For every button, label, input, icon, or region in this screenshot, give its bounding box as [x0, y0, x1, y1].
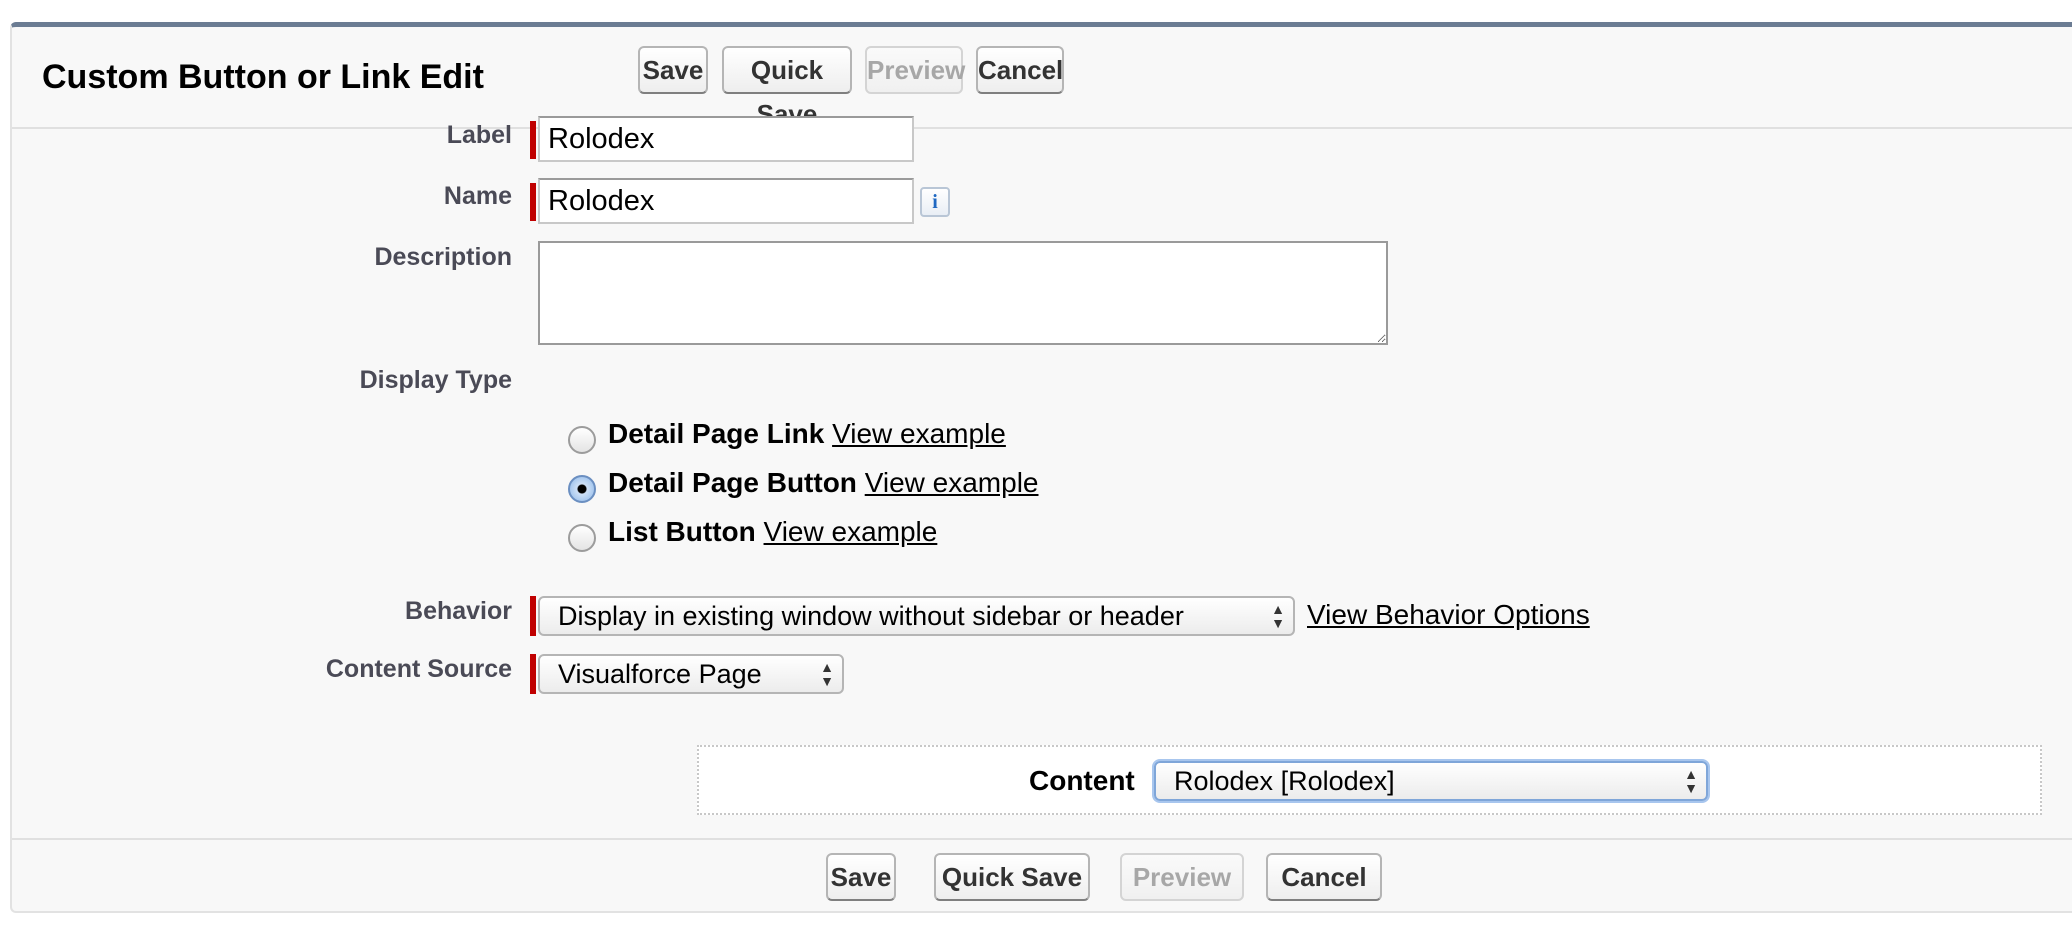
view-behavior-options-link[interactable]: View Behavior Options	[1307, 597, 1590, 633]
label-input[interactable]	[538, 116, 914, 162]
name-field-label: Name	[443, 182, 512, 210]
behavior-select-value: Display in existing window without sideb…	[558, 601, 1184, 631]
view-example-link[interactable]: View example	[764, 516, 938, 547]
quick-save-button-top[interactable]: Quick Save	[722, 46, 852, 129]
required-indicator	[530, 654, 536, 694]
list-button-label: List Button	[608, 516, 756, 547]
select-arrows-icon: ▲ ▼	[1684, 766, 1698, 796]
cancel-button-top[interactable]: Cancel	[976, 46, 1064, 94]
detail-page-link-radio[interactable]	[568, 426, 596, 454]
preview-button-top[interactable]: Preview	[865, 46, 965, 94]
view-example-link[interactable]: View example	[832, 418, 1006, 449]
content-source-select[interactable]: Visualforce Page ▲ ▼	[538, 654, 844, 694]
edit-panel: Custom Button or Link Edit Save Quick Sa…	[10, 22, 2072, 913]
info-icon[interactable]: i	[920, 187, 950, 217]
detail-page-button-radio[interactable]	[568, 475, 596, 503]
content-label: Content	[1029, 765, 1135, 796]
detail-page-button-label: Detail Page Button	[608, 467, 857, 498]
required-indicator	[530, 121, 536, 159]
content-source-select-value: Visualforce Page	[558, 659, 762, 689]
cancel-button-bottom[interactable]: Cancel	[1266, 853, 1382, 901]
content-select[interactable]: Rolodex [Rolodex] ▲ ▼	[1154, 761, 1708, 801]
behavior-label: Behavior	[405, 597, 512, 625]
label-field-label: Label	[446, 121, 512, 149]
page-title: Custom Button or Link Edit	[42, 58, 484, 96]
list-button-radio[interactable]	[568, 524, 596, 552]
description-textarea[interactable]	[538, 241, 1388, 345]
save-button-bottom[interactable]: Save	[826, 853, 896, 901]
save-button-top[interactable]: Save	[638, 46, 708, 94]
required-indicator	[530, 183, 536, 221]
content-section: Content Rolodex [Rolodex] ▲ ▼	[697, 745, 2042, 815]
display-type-label: Display Type	[359, 366, 512, 394]
name-input[interactable]	[538, 178, 914, 224]
page-footer: Save Quick Save Preview Cancel	[12, 838, 2072, 918]
detail-page-link-label: Detail Page Link	[608, 418, 825, 449]
behavior-select[interactable]: Display in existing window without sideb…	[538, 596, 1295, 636]
content-source-label: Content Source	[325, 655, 512, 683]
page-header: Custom Button or Link Edit Save Quick Sa…	[12, 27, 2072, 129]
content-select-value: Rolodex [Rolodex]	[1174, 766, 1395, 796]
select-arrows-icon: ▲ ▼	[820, 659, 834, 689]
quick-save-button-bottom[interactable]: Quick Save	[934, 853, 1090, 901]
description-field-label: Description	[374, 243, 512, 271]
required-indicator	[530, 596, 536, 636]
view-example-link[interactable]: View example	[865, 467, 1039, 498]
select-arrows-icon: ▲ ▼	[1271, 601, 1285, 631]
preview-button-bottom[interactable]: Preview	[1120, 853, 1244, 901]
